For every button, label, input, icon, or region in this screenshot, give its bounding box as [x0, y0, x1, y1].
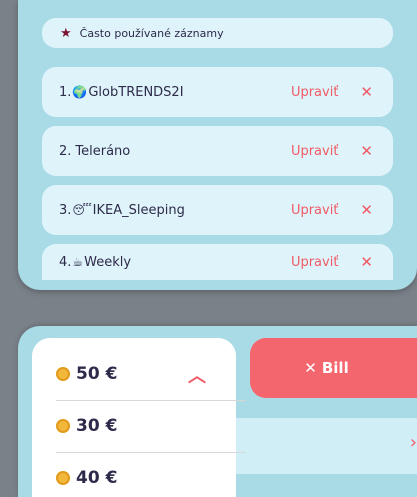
- coin-icon: [56, 367, 70, 381]
- coin-icon: [56, 471, 70, 485]
- bill-button[interactable]: ✕ Bill: [250, 338, 417, 398]
- favorite-index: 2.: [59, 143, 72, 159]
- delete-icon[interactable]: ✕: [360, 142, 373, 160]
- edit-link[interactable]: Upraviť: [291, 85, 338, 100]
- favorite-row[interactable]: 4. ☕ Weekly Upraviť ✕: [42, 244, 393, 280]
- favorite-label: Weekly: [84, 254, 132, 270]
- favorite-row[interactable]: 3. 😴 IKEA_Sleeping Upraviť ✕: [42, 185, 393, 235]
- edit-link[interactable]: Upraviť: [291, 203, 338, 218]
- bill-button-label: Bill: [321, 359, 349, 377]
- favorite-row[interactable]: 2. Teleráno Upraviť ✕: [42, 126, 393, 176]
- sleeping-face-icon: 😴: [72, 203, 92, 217]
- favorite-index: 4.: [59, 254, 72, 270]
- amount-option-label: 30 €: [76, 416, 118, 436]
- edit-link[interactable]: Upraviť: [291, 144, 338, 159]
- favorite-name: 2. Teleráno: [59, 144, 291, 159]
- coffee-icon: ☕: [72, 255, 84, 269]
- close-icon: ✕: [304, 359, 317, 377]
- favorite-index: 1.: [59, 84, 72, 100]
- delete-icon[interactable]: ✕: [360, 201, 373, 219]
- amount-option[interactable]: 40 €: [56, 468, 212, 488]
- favorite-label: GlobTRENDS2I: [88, 84, 184, 100]
- favorites-panel: ★ Často používané záznamy 1. 🌍 GlobTREND…: [18, 0, 417, 290]
- coin-icon: [56, 419, 70, 433]
- amount-field[interactable]: ›: [236, 418, 417, 474]
- favorite-name: 1. 🌍 GlobTRENDS2I: [59, 85, 291, 100]
- globe-icon: 🌍: [72, 85, 88, 99]
- divider: [56, 400, 246, 401]
- amount-option[interactable]: 30 €: [56, 416, 212, 436]
- chevron-up-icon[interactable]: ︿: [188, 362, 206, 388]
- amount-selected[interactable]: 50 € ︿: [56, 364, 212, 387]
- amount-selected-label: 50 €: [76, 364, 118, 384]
- divider: [56, 452, 246, 453]
- favorite-label: IKEA_Sleeping: [92, 202, 185, 218]
- delete-icon[interactable]: ✕: [360, 253, 373, 271]
- edit-link[interactable]: Upraviť: [291, 255, 338, 270]
- favorites-header: ★ Často používané záznamy: [42, 18, 393, 48]
- star-icon: ★: [60, 25, 72, 41]
- chevron-right-icon: ›: [409, 432, 417, 453]
- favorite-row[interactable]: 1. 🌍 GlobTRENDS2I Upraviť ✕: [42, 67, 393, 117]
- favorite-name: 3. 😴 IKEA_Sleeping: [59, 203, 291, 218]
- favorite-index: 3.: [59, 202, 72, 218]
- amount-option-label: 40 €: [76, 468, 118, 488]
- favorite-name: 4. ☕ Weekly: [59, 255, 291, 270]
- favorites-header-label: Často používané záznamy: [79, 26, 224, 40]
- favorite-label: Teleráno: [75, 143, 131, 159]
- amount-dropdown[interactable]: 50 € ︿ 30 € 40 €: [32, 338, 246, 497]
- delete-icon[interactable]: ✕: [360, 83, 373, 101]
